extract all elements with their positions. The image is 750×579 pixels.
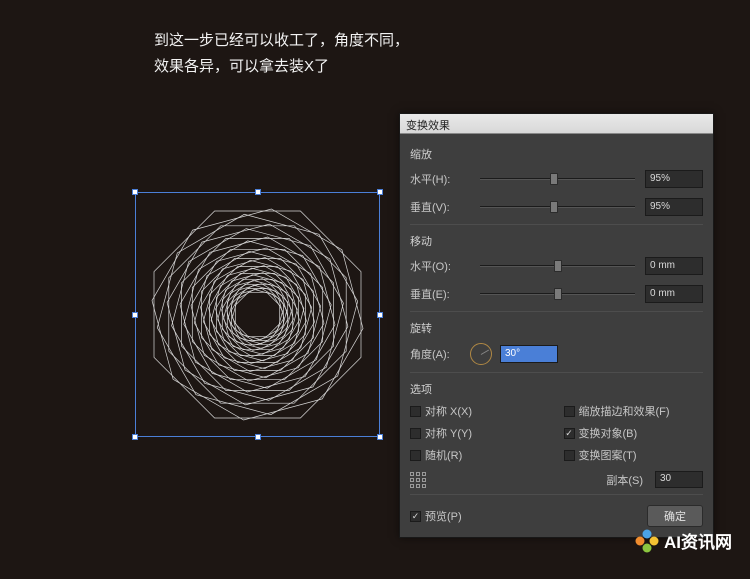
angle-dial[interactable] [470,343,492,365]
preview-checkbox[interactable]: ✓预览(P) [410,508,462,524]
move-vertical-value[interactable]: 0 mm [645,285,703,303]
move-horizontal-slider[interactable] [480,259,635,273]
scale-vertical-value[interactable]: 95% [645,198,703,216]
move-horizontal-value[interactable]: 0 mm [645,257,703,275]
scale-horizontal-label: 水平(H): [410,171,470,187]
divider [410,372,703,373]
move-horizontal-label: 水平(O): [410,258,470,274]
angle-value[interactable]: 30° [500,345,558,363]
preview-label: 预览(P) [425,508,462,524]
scale-vertical-label: 垂直(V): [410,199,470,215]
reference-point-grid[interactable] [410,472,426,488]
divider [410,224,703,225]
options-section-title: 选项 [410,381,703,397]
transform-patterns-checkbox[interactable]: 变换图案(T) [564,447,704,463]
divider [410,494,703,495]
dialog-title[interactable]: 变换效果 [400,114,713,134]
copies-label: 副本(S) [606,472,643,488]
caption-line-1: 到这一步已经可以收工了，角度不同， [154,28,409,54]
spirograph-artwork [135,192,380,437]
reflect-y-checkbox[interactable]: 对称 Y(Y) [410,425,550,441]
reflect-x-checkbox[interactable]: 对称 X(X) [410,403,550,419]
divider [410,311,703,312]
watermark-icon [636,530,658,552]
move-vertical-slider[interactable] [480,287,635,301]
scale-section-title: 缩放 [410,146,703,162]
reflect-y-label: 对称 Y(Y) [425,425,472,441]
ok-button[interactable]: 确定 [647,505,703,527]
scale-vertical-slider[interactable] [480,200,635,214]
transform-effect-dialog: 变换效果 缩放 水平(H): 95% 垂直(V): 95% 移动 水平(O): … [399,113,714,538]
random-checkbox[interactable]: 随机(R) [410,447,550,463]
watermark: AI资讯网 [636,528,732,553]
rotate-section-title: 旋转 [410,320,703,336]
caption-line-2: 效果各异，可以拿去装X了 [154,54,409,80]
move-vertical-label: 垂直(E): [410,286,470,302]
tutorial-caption: 到这一步已经可以收工了，角度不同， 效果各异，可以拿去装X了 [154,28,409,80]
reflect-x-label: 对称 X(X) [425,403,472,419]
copies-value[interactable]: 30 [655,471,703,488]
scale-horizontal-slider[interactable] [480,172,635,186]
random-label: 随机(R) [425,447,462,463]
watermark-text: AI资讯网 [664,528,732,553]
transform-objects-checkbox[interactable]: ✓变换对象(B) [564,425,704,441]
scale-strokes-checkbox[interactable]: 缩放描边和效果(F) [564,403,704,419]
move-section-title: 移动 [410,233,703,249]
transform-patterns-label: 变换图案(T) [579,447,637,463]
artboard-selection[interactable] [135,192,380,437]
angle-label: 角度(A): [410,346,470,362]
scale-strokes-label: 缩放描边和效果(F) [579,403,670,419]
transform-objects-label: 变换对象(B) [579,425,638,441]
scale-horizontal-value[interactable]: 95% [645,170,703,188]
